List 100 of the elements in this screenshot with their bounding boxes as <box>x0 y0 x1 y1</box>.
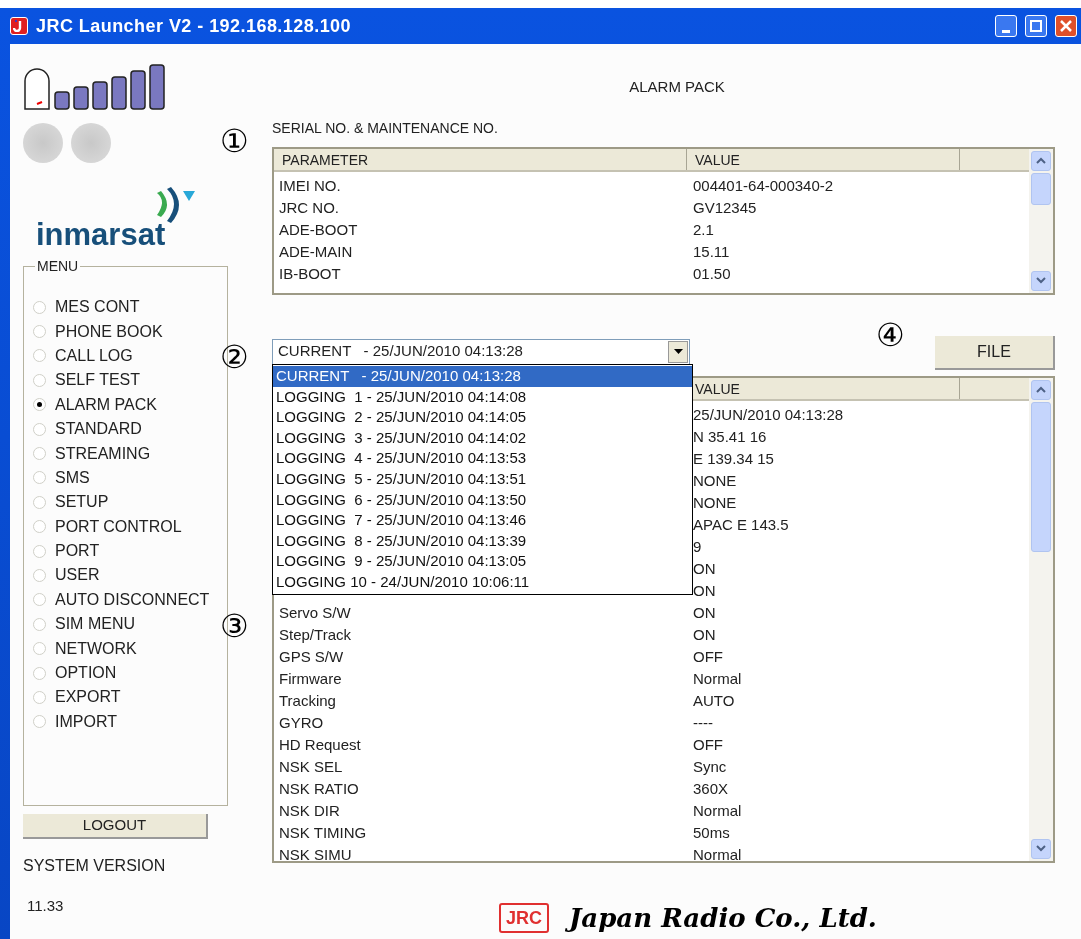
menu-item[interactable]: STREAMING <box>33 441 227 466</box>
table-cell-text: GPS S/W <box>278 647 345 668</box>
table-cell-text: Sync <box>692 757 727 778</box>
status-lamp <box>23 123 63 163</box>
dropdown-option[interactable]: LOGGING 5 - 25/JUN/2010 04:13:51 <box>273 468 692 490</box>
dropdown-option[interactable]: CURRENT - 25/JUN/2010 04:13:28 <box>273 366 692 387</box>
radio-button[interactable] <box>33 447 46 461</box>
menu-item[interactable]: ALARM PACK <box>33 392 227 417</box>
company-logo: JRC <box>499 903 549 934</box>
dropdown-option[interactable]: LOGGING 3 - 25/JUN/2010 04:14:02 <box>273 427 692 449</box>
table-cell-text: 01.50 <box>692 264 731 285</box>
table-cell-text: ON <box>692 625 716 646</box>
scroll-down-button[interactable] <box>1031 838 1051 859</box>
table-cell-text: NONE <box>692 493 737 514</box>
table-cell-text: 9 <box>692 537 702 558</box>
menu-item[interactable]: IMPORT <box>33 709 227 735</box>
column-header[interactable]: VALUE <box>687 148 960 170</box>
radio-button[interactable] <box>33 495 46 509</box>
table-cell-text: N 35.41 16 <box>692 427 767 448</box>
table-cell-text: IB-BOOT <box>278 264 342 285</box>
dropdown-option[interactable]: LOGGING 6 - 25/JUN/2010 04:13:50 <box>273 489 692 511</box>
table-cell-text: 2.1 <box>692 220 714 241</box>
table-cell-text: Normal <box>692 801 742 822</box>
radio-button[interactable] <box>33 471 46 485</box>
radio-button[interactable] <box>33 569 46 582</box>
radio-button[interactable] <box>33 617 46 631</box>
radio-button[interactable] <box>33 422 46 436</box>
caret-up-icon <box>1036 386 1046 393</box>
dropdown-option[interactable]: LOGGING 10 - 24/JUN/2010 10:06:11 <box>273 571 692 593</box>
table-cell-text: Normal <box>692 669 742 690</box>
radio-button[interactable] <box>33 666 46 680</box>
menu-legend: MENU <box>35 256 81 277</box>
menu-item[interactable]: PORT <box>33 538 227 564</box>
table-cell-text: NSK TIMING <box>278 823 368 844</box>
close-button[interactable] <box>1055 15 1077 37</box>
table-cell-text: GYRO <box>278 713 325 734</box>
caret-up-icon <box>1036 157 1046 164</box>
minimize-icon <box>1002 30 1010 33</box>
radio-button[interactable] <box>33 690 46 704</box>
callout-number: ④ <box>876 319 905 351</box>
file-button[interactable]: FILE <box>935 335 1055 370</box>
app-icon <box>10 17 28 35</box>
radio-button[interactable] <box>33 300 46 314</box>
menu-item[interactable]: AUTO DISCONNECT <box>33 587 227 613</box>
table-cell-text: ON <box>692 581 716 602</box>
column-header[interactable]: PARAMETER <box>274 148 687 170</box>
table-cell-text: OFF <box>692 735 723 756</box>
menu-item[interactable]: MES CONT <box>33 295 227 320</box>
window-title: JRC Launcher V2 - 192.168.128.100 <box>36 14 353 38</box>
menu-item[interactable]: PORT CONTROL <box>33 514 227 539</box>
dropdown-option[interactable]: LOGGING 8 - 25/JUN/2010 04:13:39 <box>273 530 692 552</box>
section-caption: SERIAL NO. & MAINTENANCE NO. <box>272 118 499 138</box>
radio-button[interactable] <box>33 642 46 656</box>
table-cell-text: APAC E 143.5 <box>692 515 789 536</box>
menu-item[interactable]: USER <box>33 563 227 588</box>
radio-button[interactable] <box>33 715 46 729</box>
menu-item[interactable]: SETUP <box>33 490 227 515</box>
radio-button[interactable] <box>33 544 46 558</box>
menu-item[interactable]: STANDARD <box>33 416 227 442</box>
maximize-icon <box>1027 17 1045 35</box>
system-version: 11.33 <box>27 896 65 916</box>
radio-button[interactable] <box>33 325 46 339</box>
scrollbar[interactable] <box>1029 377 1053 861</box>
table-cell-text: 360X <box>692 779 729 800</box>
maximize-button[interactable] <box>1025 15 1047 37</box>
table-cell-text: NSK SEL <box>278 757 344 778</box>
scroll-thumb[interactable] <box>1031 401 1051 552</box>
menu-item[interactable]: SMS <box>33 465 227 491</box>
table-cell-text: IMEI NO. <box>278 176 342 197</box>
table-cell-text: 15.11 <box>692 242 730 263</box>
table-cell-text: Step/Track <box>278 625 352 646</box>
table-cell-text: NONE <box>692 471 737 492</box>
menu-item[interactable]: PHONE BOOK <box>33 319 227 344</box>
scrollbar[interactable] <box>1029 148 1053 293</box>
scroll-thumb[interactable] <box>1031 172 1051 205</box>
table-cell-text: 004401-64-000340-2 <box>692 176 834 197</box>
logout-button[interactable]: LOGOUT <box>23 814 208 839</box>
table-cell-text: GV12345 <box>692 198 757 219</box>
minimize-button[interactable] <box>995 15 1017 37</box>
table-cell-text: HD Request <box>278 735 362 756</box>
dropdown-option[interactable]: LOGGING 9 - 25/JUN/2010 04:13:05 <box>273 551 692 572</box>
radio-button[interactable] <box>33 593 46 607</box>
table-cell-text: 25/JUN/2010 04:13:28 <box>692 405 844 426</box>
table-cell-text: NSK SIMU <box>278 845 353 861</box>
table-cell-text: E 139.34 15 <box>692 449 774 470</box>
table-cell-text: ---- <box>692 713 713 734</box>
radio-button[interactable] <box>33 398 46 412</box>
menu-item[interactable]: EXPORT <box>33 685 227 710</box>
radio-button[interactable] <box>33 373 46 387</box>
radio-button[interactable] <box>33 520 46 534</box>
scroll-down-button[interactable] <box>1031 270 1051 291</box>
dropdown-option[interactable]: LOGGING 7 - 25/JUN/2010 04:13:46 <box>273 510 692 531</box>
log-select[interactable]: CURRENT - 25/JUN/2010 04:13:28 <box>272 338 690 365</box>
scroll-up-button[interactable] <box>1031 150 1051 171</box>
dropdown-option[interactable]: LOGGING 2 - 25/JUN/2010 04:14:05 <box>273 407 692 428</box>
dropdown-option[interactable]: LOGGING 4 - 25/JUN/2010 04:13:53 <box>273 448 692 469</box>
scroll-up-button[interactable] <box>1031 379 1051 400</box>
callout-number: ① <box>220 125 249 157</box>
radio-button[interactable] <box>33 349 46 363</box>
menu-item[interactable]: OPTION <box>33 660 227 686</box>
